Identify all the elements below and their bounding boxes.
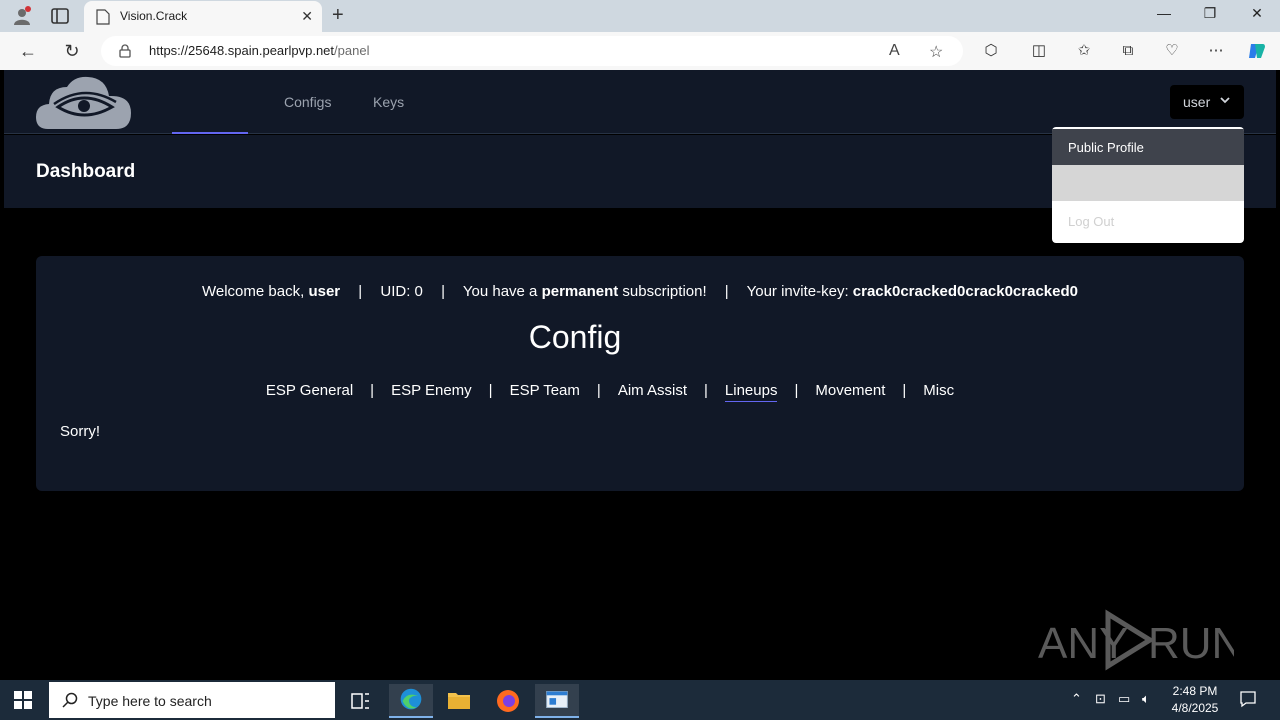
firefox-icon[interactable] [486, 684, 530, 718]
subscription-text: You have a permanent subscription! [462, 283, 707, 300]
separator: | [441, 283, 445, 300]
taskbar-search-box[interactable]: Type here to search [49, 682, 335, 718]
page-title: Dashboard [36, 161, 136, 182]
separator: | [902, 382, 907, 399]
collections-icon[interactable]: ⧉ [1118, 41, 1138, 61]
tab-esp-team[interactable]: ESP Team [510, 382, 580, 399]
separator: | [724, 283, 729, 300]
browser-tab[interactable]: Vision.Crack ✕ [84, 1, 322, 32]
windows-taskbar: Type here to search ⌃ ⊡ ▭ 🔈︎ 2:48 PM 4/8… [0, 680, 1280, 720]
tab-actions-icon[interactable] [50, 7, 70, 25]
tab-title: Vision.Crack [120, 9, 188, 23]
windows-start-icon[interactable] [14, 691, 32, 709]
page-icon [96, 9, 110, 25]
taskbar-clock[interactable]: 2:48 PM 4/8/2025 [1160, 683, 1230, 717]
edge-browser-icon[interactable] [389, 684, 433, 718]
chevron-down-icon [1220, 97, 1230, 104]
nav-keys[interactable]: Keys [373, 94, 404, 110]
profile-icon[interactable] [12, 6, 32, 26]
lock-icon[interactable] [119, 44, 131, 58]
close-tab-icon[interactable]: ✕ [301, 8, 313, 25]
watermark-text-right: RUN [1148, 619, 1234, 668]
notifications-icon[interactable] [1239, 690, 1257, 708]
tray-chevron-icon[interactable]: ⌃ [1071, 691, 1082, 707]
separator: | [794, 382, 799, 399]
file-explorer-icon[interactable] [437, 684, 481, 718]
url-text[interactable]: https://25648.spain.pearlpvp.net/panel [149, 43, 369, 58]
back-icon[interactable]: ← [18, 41, 38, 61]
separator: | [358, 283, 363, 300]
clock-time: 2:48 PM [1172, 684, 1218, 698]
task-view-icon[interactable] [338, 684, 382, 718]
account-info-line: Welcome back, user | UID: 0 | You have a… [36, 283, 1244, 300]
extensions-icon[interactable]: ⬡ [981, 41, 1001, 61]
tab-misc[interactable]: Misc [923, 382, 954, 399]
favorites-icon[interactable]: ✩ [1074, 41, 1094, 61]
restore-icon[interactable]: ❐ [1200, 5, 1220, 22]
web-page: Configs Keys user Dashboard Welcome back… [4, 70, 1276, 676]
separator: | [596, 382, 601, 399]
welcome-text: Welcome back, user [202, 283, 341, 300]
config-tabs: ESP General | ESP Enemy | ESP Team | Aim Assis… [36, 382, 1184, 402]
separator: | [488, 382, 493, 399]
tab-movement[interactable]: Movement [815, 382, 885, 399]
tab-esp-general[interactable]: ESP General [266, 382, 353, 399]
anyrun-watermark: ANY RUN [1038, 609, 1234, 671]
tab-aim-assist[interactable]: Aim Assist [618, 382, 687, 399]
config-heading: Config [528, 319, 622, 355]
new-tab-button[interactable]: + [332, 4, 344, 27]
uid-text: UID: 0 [380, 283, 423, 300]
menu-item-blank[interactable] [1052, 165, 1244, 201]
user-menu-button[interactable]: user [1170, 85, 1244, 119]
top-navbar: Configs Keys user [4, 70, 1276, 134]
config-message: Sorry! [60, 423, 101, 440]
menu-item-log-out[interactable]: Log Out [1052, 203, 1244, 239]
address-bar[interactable]: https://25648.spain.pearlpvp.net/panel A… [101, 36, 963, 66]
more-options-icon[interactable]: ⋯ [1206, 41, 1226, 61]
user-dropdown-menu: Public Profile Log Out [1052, 127, 1244, 243]
menu-item-public-profile[interactable]: Public Profile [1052, 129, 1244, 165]
tray-device-icon[interactable]: ⊡ [1095, 691, 1106, 707]
refresh-icon[interactable]: ↻ [62, 41, 82, 61]
tab-lineups[interactable]: Lineups [724, 382, 778, 402]
clock-date: 4/8/2025 [1171, 701, 1219, 715]
terminal-app-icon[interactable] [535, 684, 579, 718]
minimize-icon[interactable]: — [1154, 5, 1174, 21]
nav-configs[interactable]: Configs [284, 94, 331, 110]
invite-key-text: Your invite-key: crack0cracked0crack0cra… [746, 283, 1078, 300]
network-icon[interactable]: ▭ [1118, 691, 1130, 707]
separator: | [370, 382, 375, 399]
volume-icon[interactable]: 🔈︎ [1142, 691, 1150, 707]
tab-esp-enemy[interactable]: ESP Enemy [391, 382, 472, 399]
search-icon [62, 692, 78, 708]
read-aloud-icon[interactable]: A [889, 42, 900, 60]
separator: | [704, 382, 708, 399]
user-menu-label: user [1183, 94, 1211, 110]
address-toolbar: ← ↻ https://25648.spain.pearlpvp.net/pan… [0, 32, 1280, 70]
browser-essentials-icon[interactable]: ♡ [1162, 41, 1182, 61]
copilot-icon[interactable] [1247, 41, 1267, 61]
nav-active-indicator [172, 132, 248, 134]
window-close-icon[interactable]: ✕ [1247, 5, 1267, 22]
cloud-eye-logo[interactable] [34, 75, 134, 131]
browser-tab-bar: Vision.Crack ✕ + — ❐ ✕ [0, 0, 1280, 32]
split-screen-icon[interactable]: ◫ [1029, 41, 1049, 61]
dashboard-card: Welcome back, user | UID: 0 | You have a… [36, 256, 1244, 491]
search-placeholder: Type here to search [88, 693, 212, 709]
favorite-star-icon[interactable]: ☆ [929, 42, 943, 62]
